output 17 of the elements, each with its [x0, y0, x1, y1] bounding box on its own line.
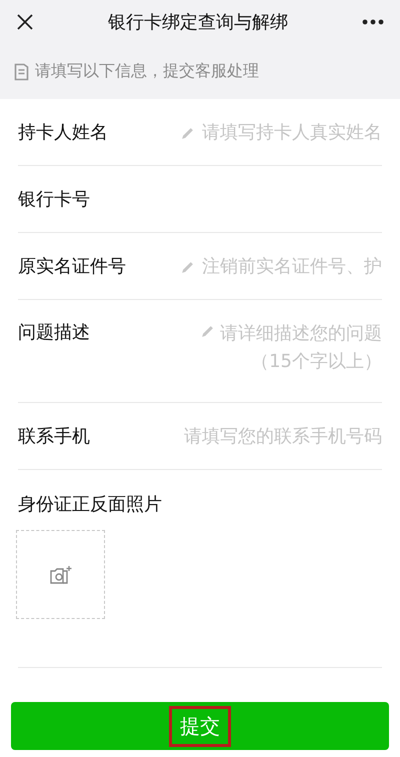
input-field[interactable]: 请填写您的联系手机号码	[180, 426, 382, 446]
field-label: 持卡人姓名	[18, 121, 108, 144]
notice-text: 请填写以下信息，提交客服处理	[35, 61, 259, 82]
input-field[interactable]: 请填写持卡人真实姓名	[198, 122, 382, 142]
page-title: 银行卡绑定查询与解绑	[107, 11, 289, 34]
field-label: 原实名证件号	[18, 255, 126, 278]
input-field[interactable]: 注销前实名证件号、护	[198, 256, 382, 276]
text-area[interactable]: 请详细描述您的问题（15个字以上）	[218, 320, 382, 376]
field-label: 问题描述	[18, 321, 90, 344]
close-icon	[16, 13, 34, 32]
field-label: 联系手机	[18, 425, 90, 448]
field-label: 银行卡号	[18, 188, 90, 211]
field-label: 身份证正反面照片	[18, 493, 163, 516]
camera-icon	[48, 564, 72, 584]
more-icon	[362, 19, 384, 26]
submit-button[interactable]: 提交	[11, 702, 389, 750]
note-icon	[14, 62, 29, 81]
